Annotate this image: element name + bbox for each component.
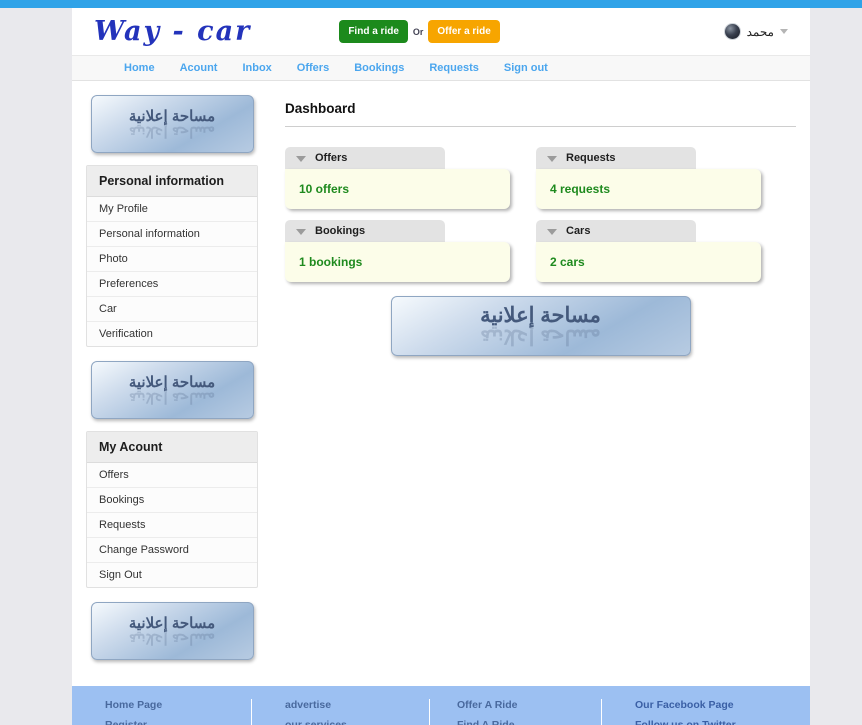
title-divider	[285, 126, 796, 127]
footer-link-register[interactable]: Register	[105, 719, 251, 725]
footer-link-our-services[interactable]: our services	[285, 719, 429, 725]
panel-title: Requests	[566, 152, 616, 164]
site-logo[interactable]: Way - car	[94, 16, 251, 47]
requests-count-link[interactable]: 4 requests	[550, 182, 610, 196]
ad-banner-main[interactable]: مساحة إعلانية مساحة إعلانية	[390, 296, 691, 356]
offers-count-link[interactable]: 10 offers	[299, 182, 349, 196]
nav-item-offers[interactable]: Offers	[297, 62, 329, 74]
ad-text-reflection: مساحة إعلانية	[128, 630, 216, 647]
ad-banner-middle[interactable]: مساحة إعلانية مساحة إعلانية	[90, 361, 254, 419]
chevron-down-icon	[780, 29, 788, 34]
collapse-icon	[547, 156, 557, 162]
dashboard-panel-cars: Cars 2 cars	[536, 220, 761, 282]
dashboard-panel-offers: Offers 10 offers	[285, 147, 510, 209]
nav-item-signout[interactable]: Sign out	[504, 62, 548, 74]
sidebar-item-offers[interactable]: Offers	[87, 463, 257, 487]
personal-info-panel: Personal information My Profile Personal…	[86, 165, 258, 347]
footer-column-rides: Offer A Ride Find A Ride	[430, 699, 602, 725]
footer-column-site: Home Page Register	[72, 699, 252, 725]
footer-link-home-page[interactable]: Home Page	[105, 699, 251, 711]
page-container: Way - car Find a ride Or Offer a ride مح…	[72, 8, 810, 725]
sidebar-item-bookings[interactable]: Bookings	[87, 487, 257, 512]
sidebar-item-requests[interactable]: Requests	[87, 512, 257, 537]
bookings-count-link[interactable]: 1 bookings	[299, 255, 362, 269]
cars-count-link[interactable]: 2 cars	[550, 255, 585, 269]
user-menu[interactable]: محمد	[723, 23, 788, 40]
dashboard-grid: Offers 10 offers Requests 4 requests Boo…	[285, 147, 796, 282]
collapse-icon	[547, 229, 557, 235]
sidebar-item-change-password[interactable]: Change Password	[87, 537, 257, 562]
footer-column-services: advertise our services	[252, 699, 430, 725]
footer-link-advertise[interactable]: advertise	[285, 699, 429, 711]
panel-body-cars: 2 cars	[536, 242, 761, 282]
find-ride-button[interactable]: Find a ride	[339, 20, 408, 43]
offer-ride-button[interactable]: Offer a ride	[428, 20, 500, 43]
ad-text: مساحة إعلانية	[480, 304, 601, 327]
sidebar-item-photo[interactable]: Photo	[87, 246, 257, 271]
panel-body-requests: 4 requests	[536, 169, 761, 209]
panel-tab-cars[interactable]: Cars	[536, 220, 696, 242]
footer: Home Page Register advertise our service…	[72, 686, 810, 725]
ad-banner-bottom[interactable]: مساحة إعلانية مساحة إعلانية	[90, 602, 254, 660]
footer-link-offer-a-ride[interactable]: Offer A Ride	[457, 699, 601, 711]
collapse-icon	[296, 156, 306, 162]
panel-body-offers: 10 offers	[285, 169, 510, 209]
main-nav: Home Acount Inbox Offers Bookings Reques…	[72, 55, 810, 81]
sidebar-item-preferences[interactable]: Preferences	[87, 271, 257, 296]
panel-body-bookings: 1 bookings	[285, 242, 510, 282]
site-header: Way - car Find a ride Or Offer a ride مح…	[72, 8, 810, 55]
ad-text-reflection: مساحة إعلانية	[128, 123, 216, 140]
panel-tab-requests[interactable]: Requests	[536, 147, 696, 169]
nav-item-account[interactable]: Acount	[180, 62, 218, 74]
nav-item-requests[interactable]: Requests	[429, 62, 479, 74]
nav-item-home[interactable]: Home	[124, 62, 155, 74]
content-area: مساحة إعلانية مساحة إعلانية Personal inf…	[72, 81, 810, 686]
username: محمد	[746, 24, 774, 39]
nav-item-bookings[interactable]: Bookings	[354, 62, 404, 74]
header-actions: Find a ride Or Offer a ride	[339, 20, 500, 43]
footer-column-social: Our Facebook Page Follow us on Twitter	[602, 699, 810, 725]
nav-item-inbox[interactable]: Inbox	[242, 62, 271, 74]
panel-tab-bookings[interactable]: Bookings	[285, 220, 445, 242]
footer-link-twitter[interactable]: Follow us on Twitter	[635, 719, 810, 725]
footer-link-find-a-ride[interactable]: Find A Ride	[457, 719, 601, 725]
my-account-header: My Acount	[87, 432, 257, 463]
panel-title: Offers	[315, 152, 348, 164]
ad-text-reflection: مساحة إعلانية	[480, 325, 601, 348]
footer-link-facebook[interactable]: Our Facebook Page	[635, 699, 810, 711]
panel-tab-offers[interactable]: Offers	[285, 147, 445, 169]
or-label: Or	[412, 26, 424, 37]
ad-text-reflection: مساحة إعلانية	[128, 389, 216, 406]
sidebar-item-car[interactable]: Car	[87, 296, 257, 321]
sidebar-item-verification[interactable]: Verification	[87, 321, 257, 346]
panel-title: Bookings	[315, 225, 366, 237]
sidebar: مساحة إعلانية مساحة إعلانية Personal inf…	[86, 95, 258, 672]
my-account-panel: My Acount Offers Bookings Requests Chang…	[86, 431, 258, 588]
sidebar-item-my-profile[interactable]: My Profile	[87, 197, 257, 221]
dashboard-panel-bookings: Bookings 1 bookings	[285, 220, 510, 282]
ad-banner-top[interactable]: مساحة إعلانية مساحة إعلانية	[90, 95, 254, 153]
collapse-icon	[296, 229, 306, 235]
main-content: Dashboard Offers 10 offers Requests 4 re…	[285, 95, 796, 672]
avatar	[723, 23, 741, 40]
panel-title: Cars	[566, 225, 591, 237]
dashboard-panel-requests: Requests 4 requests	[536, 147, 761, 209]
top-accent-bar	[0, 0, 862, 8]
sidebar-item-personal-information[interactable]: Personal information	[87, 221, 257, 246]
personal-info-header: Personal information	[87, 166, 257, 197]
sidebar-item-sign-out[interactable]: Sign Out	[87, 562, 257, 587]
page-title: Dashboard	[285, 101, 356, 116]
